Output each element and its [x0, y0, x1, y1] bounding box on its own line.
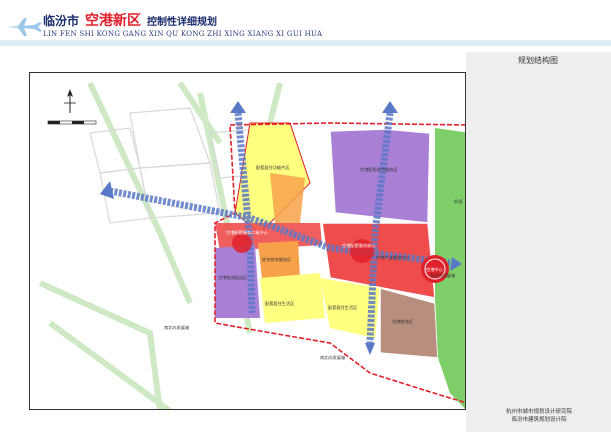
header-stripe: [0, 40, 611, 46]
airplane-icon: [6, 18, 42, 36]
label-south-axis-2: 南北向发展轴: [320, 354, 345, 361]
label-core-center: 空港配套服务核心: [342, 242, 376, 249]
label-east-axis: 东西向发展轴: [430, 272, 455, 279]
label-airport-center: 空港中心: [426, 266, 444, 273]
label-airport-green: 机场: [454, 198, 462, 205]
west-center-marker: [232, 233, 252, 253]
credit-line-2: 临汾市建筑规划设计院: [511, 417, 567, 423]
label-east-center: 空港产业服务中心: [376, 254, 410, 261]
side-panel: [466, 52, 611, 432]
credit-line-1: 杭州市城市规划设计研究院: [505, 409, 572, 415]
page-title: 临汾市 空港新区 控制性详细规划: [43, 10, 218, 29]
label-west-yellow: 配套居住功能片区: [256, 164, 290, 171]
scale-bar: [47, 120, 97, 125]
credits: 杭州市城市规划设计研究院 临汾市建筑规划设计院: [470, 408, 608, 424]
title-city: 临汾市: [43, 14, 80, 28]
map-name-label: 规划结构图: [518, 56, 558, 65]
label-west-center: 空港配套服务二级中心: [226, 229, 269, 236]
title-plan: 控制性详细规划: [147, 17, 218, 28]
north-arrow-icon: [64, 89, 76, 113]
label-brown-zone: 仓储物流区: [392, 318, 413, 325]
label-south-axis-1: 南北向发展轴: [164, 324, 189, 331]
map-canvas: 空港配套服务二级中心 空港配套服务核心 空港中心 空港配套综合服务区 空港物流配…: [38, 81, 465, 409]
label-mid-orange: 综合商务服务区: [262, 256, 291, 263]
label-south-yellow2: 配套居住生活区: [328, 304, 357, 311]
title-pinyin: LIN FEN SHI KONG GANG XIN QU KONG ZHI XI…: [43, 30, 323, 38]
zone-south-yellow: [260, 273, 325, 323]
label-north-green: 空港配套综合服务区: [360, 166, 398, 173]
structure-map: 空港配套服务二级中心 空港配套服务核心 空港中心 空港配套综合服务区 空港物流配…: [29, 72, 466, 410]
label-south-yellow: 配套居住生活区: [265, 300, 294, 307]
label-west-purple: 空港物流配送区: [218, 274, 247, 281]
zone-west-orange: [270, 173, 305, 223]
title-zone: 空港新区: [85, 13, 142, 29]
